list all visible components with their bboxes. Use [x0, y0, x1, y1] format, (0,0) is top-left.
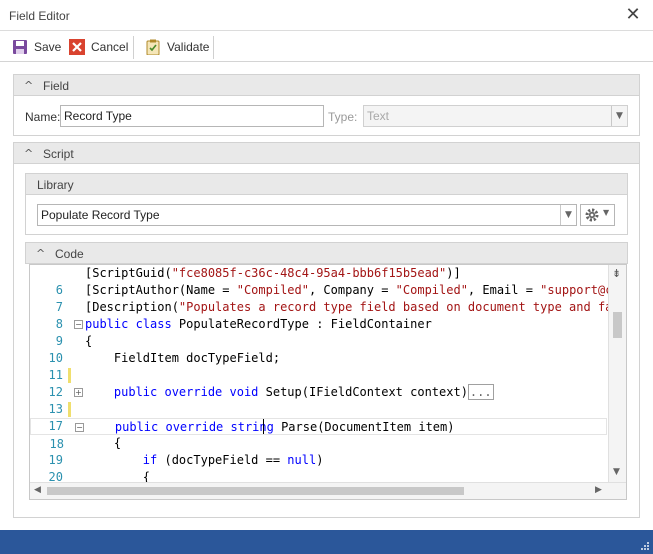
- code-string: "Compiled": [236, 283, 309, 297]
- code-text: Parse(DocumentItem item): [273, 420, 455, 434]
- field-section-title: Field: [43, 79, 70, 93]
- script-section-header[interactable]: ^ Script: [13, 142, 640, 164]
- code-text: ): [316, 453, 324, 467]
- scroll-down-icon[interactable]: ▼: [613, 467, 620, 477]
- code-text: [ScriptGuid(: [85, 266, 172, 280]
- code-string: "Populates a record type field based on …: [178, 300, 627, 314]
- toolbar-separator: [213, 36, 214, 59]
- scroll-right-icon[interactable]: ▶: [595, 485, 602, 495]
- name-input-value: Record Type: [64, 109, 132, 123]
- fold-collapse-icon[interactable]: −: [75, 423, 84, 432]
- code-keyword: public class: [85, 317, 172, 331]
- code-text: {: [85, 436, 122, 450]
- library-header: Library: [25, 173, 628, 195]
- code-line: 17: [30, 401, 607, 433]
- chevron-down-icon: ▼: [611, 106, 627, 126]
- code-string: "fce8085f-c36c-48c4-95a4-bbb6f15b5ead": [171, 266, 447, 280]
- code-text: [ScriptAuthor(Name =: [85, 283, 237, 297]
- validate-label: Validate: [167, 40, 210, 54]
- code-header[interactable]: ^ Code: [25, 242, 628, 264]
- chevron-up-icon[interactable]: ^: [36, 247, 45, 260]
- fold-collapse-icon[interactable]: −: [74, 320, 83, 329]
- clipboard-check-icon: [146, 39, 160, 55]
- vertical-scrollbar[interactable]: ⇟ ▼: [608, 265, 626, 483]
- chevron-up-icon[interactable]: ^: [24, 79, 33, 92]
- title-bar: Field Editor ✕: [0, 0, 653, 31]
- code-string: "Compiled": [395, 283, 468, 297]
- type-select[interactable]: Text ▼: [363, 105, 628, 127]
- code-text: {: [85, 334, 93, 348]
- field-section-header[interactable]: ^ Field: [13, 74, 640, 96]
- code-line: 7 [ScriptAuthor(Name = "Compiled", Compa…: [30, 282, 626, 314]
- code-line: 20 if (docTypeField == null): [30, 452, 607, 484]
- cancel-label: Cancel: [91, 40, 129, 54]
- code-keyword: public override string: [114, 420, 274, 434]
- code-line: 8 [Description("Populates a record type …: [30, 299, 626, 331]
- gear-icon: [585, 208, 599, 222]
- script-section-title: Script: [43, 147, 74, 161]
- code-line: 19 {: [30, 435, 607, 467]
- code-text: , Email =: [467, 283, 541, 297]
- validate-button[interactable]: Validate: [145, 38, 209, 56]
- scroll-left-icon[interactable]: ◀: [34, 485, 41, 495]
- horizontal-scrollbar[interactable]: ◀ ▶: [30, 482, 626, 499]
- library-select[interactable]: Populate Record Type ▼: [37, 204, 577, 226]
- horizontal-scroll-thumb[interactable]: [47, 487, 464, 495]
- save-icon: [13, 40, 27, 54]
- code-keyword: null: [287, 453, 317, 467]
- cancel-button[interactable]: Cancel: [69, 38, 128, 56]
- window-title: Field Editor: [9, 9, 70, 23]
- code-line: 13 + public override void Setup(IFieldCo…: [30, 384, 607, 416]
- type-label: Type:: [328, 110, 358, 124]
- code-line: 12: [30, 367, 607, 399]
- library-title: Library: [37, 178, 74, 192]
- resize-grip-icon[interactable]: [640, 541, 650, 551]
- text-cursor: [263, 419, 264, 434]
- name-label: Name:: [25, 110, 61, 124]
- code-line: 10 {: [30, 333, 607, 365]
- save-label: Save: [34, 40, 62, 54]
- close-icon[interactable]: ✕: [625, 6, 641, 24]
- toolbar: Save Cancel Validate: [0, 32, 653, 62]
- chevron-up-icon[interactable]: ^: [24, 147, 33, 160]
- code-text: Setup(IFieldContext context): [258, 385, 468, 399]
- chevron-down-icon: ▼: [603, 208, 610, 217]
- status-bar: [0, 530, 653, 554]
- code-text: )]: [446, 266, 461, 280]
- vertical-scroll-thumb[interactable]: [613, 312, 622, 338]
- code-line: 9 − public class PopulateRecordType : Fi…: [30, 316, 607, 348]
- collapsed-region[interactable]: ...: [467, 384, 494, 400]
- code-text: [Description(: [85, 300, 179, 314]
- cancel-icon: [69, 39, 85, 55]
- code-title: Code: [55, 247, 84, 261]
- chevron-down-icon: ▼: [560, 205, 576, 225]
- code-keyword: public override void: [113, 385, 259, 399]
- code-editor[interactable]: 6 [ScriptGuid("fce8085f-c36c-48c4-95a4-b…: [29, 264, 627, 500]
- library-select-value: Populate Record Type: [41, 208, 160, 222]
- code-line: 11 FieldItem docTypeField;: [30, 350, 607, 382]
- type-select-value: Text: [367, 109, 390, 123]
- code-keyword: if: [142, 453, 158, 467]
- change-marker: [68, 402, 71, 417]
- code-text: , Company =: [308, 283, 396, 297]
- change-marker: [68, 368, 71, 383]
- current-code-line: 18 − public override string Parse(Docume…: [30, 418, 607, 451]
- code-text: (docTypeField ==: [157, 453, 288, 467]
- split-handle-icon[interactable]: ⇟: [612, 267, 621, 280]
- library-settings-button[interactable]: ▼: [580, 204, 615, 226]
- code-text: FieldItem docTypeField;: [85, 351, 281, 365]
- fold-expand-icon[interactable]: +: [74, 388, 83, 397]
- name-input[interactable]: Record Type: [60, 105, 324, 127]
- toolbar-separator: [133, 36, 134, 59]
- code-text: PopulateRecordType : FieldContainer: [171, 317, 432, 331]
- code-line: 6 [ScriptGuid("fce8085f-c36c-48c4-95a4-b…: [30, 265, 607, 297]
- save-button[interactable]: Save: [12, 38, 61, 56]
